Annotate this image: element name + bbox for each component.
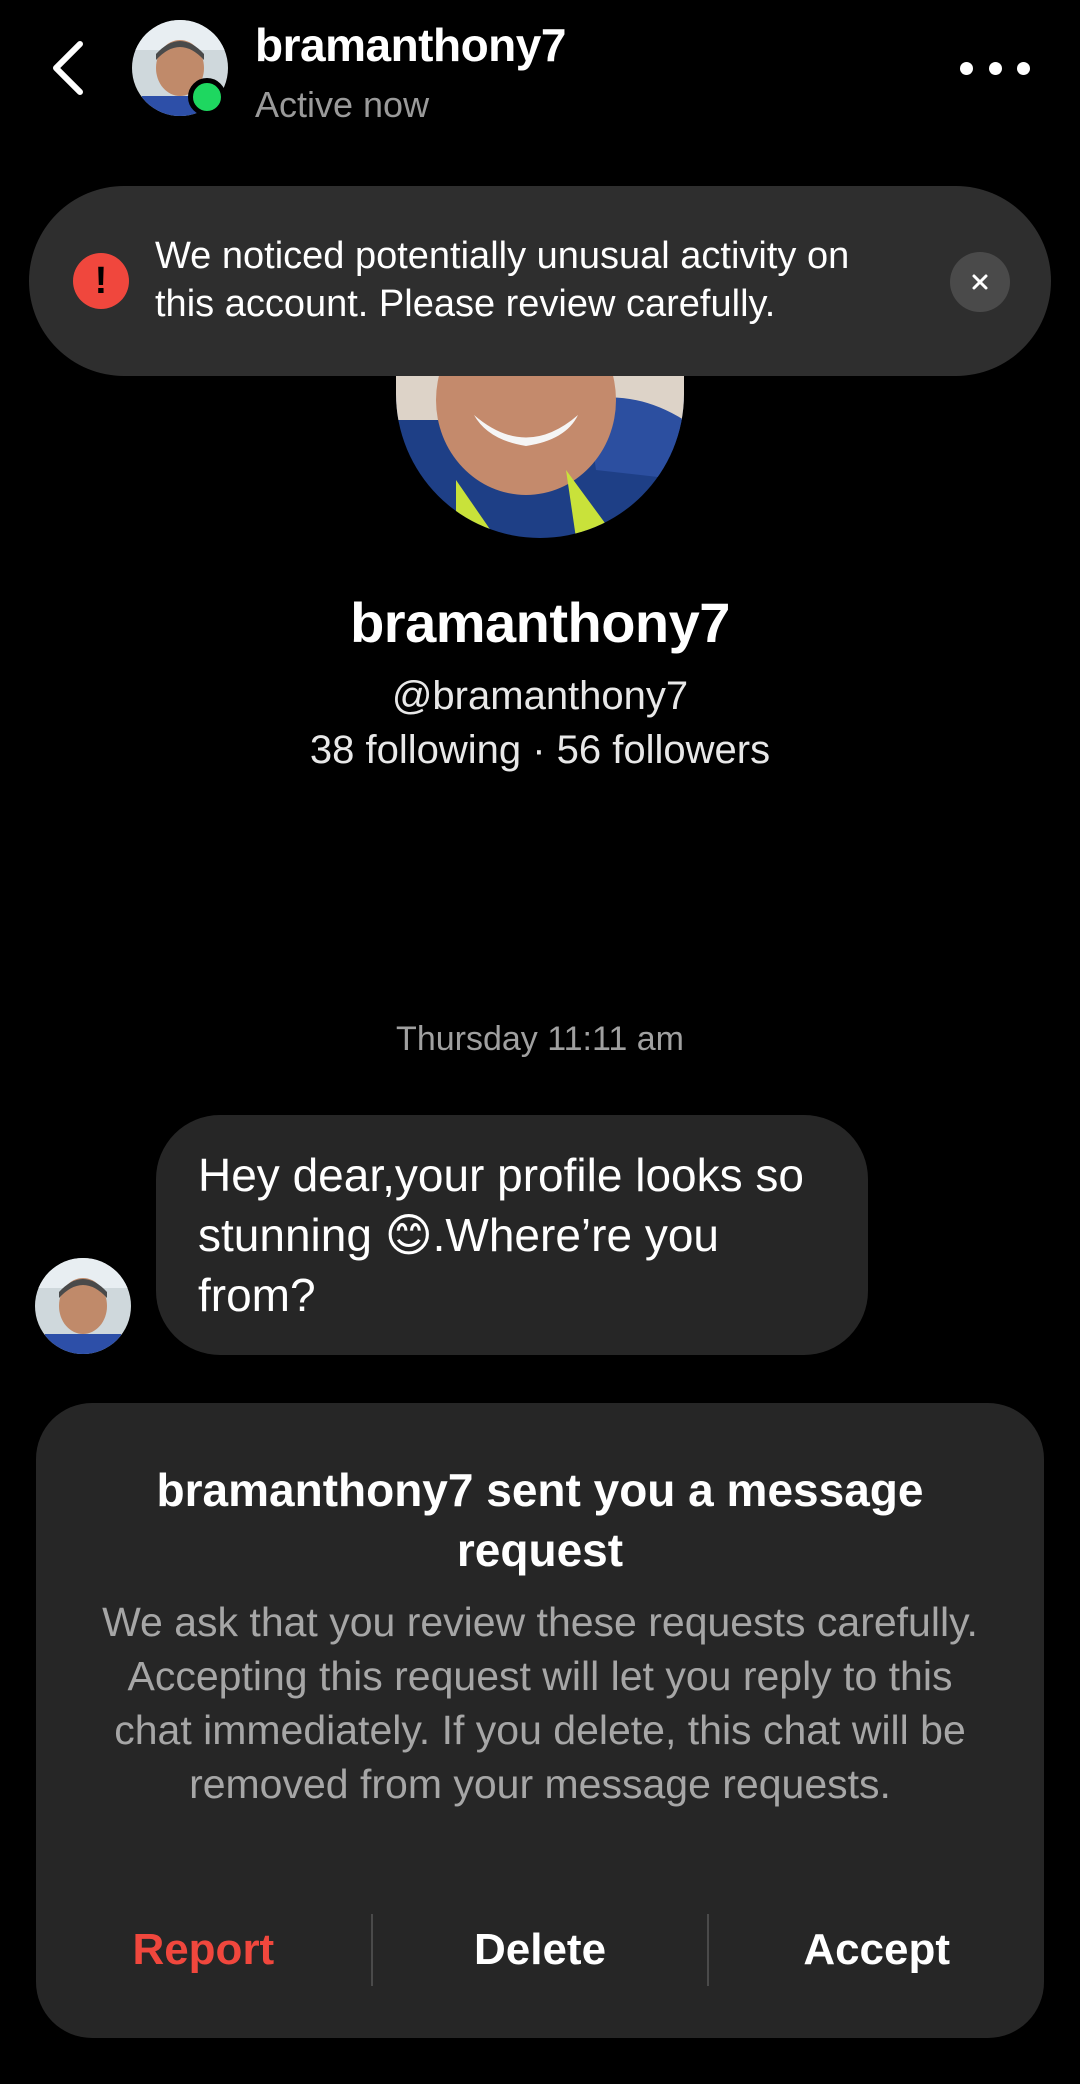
header-username[interactable]: bramanthony7	[255, 18, 566, 72]
profile-avatar[interactable]	[396, 360, 684, 538]
chevron-left-icon	[53, 41, 83, 95]
request-actions: Report Delete Accept	[36, 1912, 1044, 1988]
sender-avatar[interactable]	[35, 1258, 131, 1354]
profile-follow-stats: 38 following · 56 followers	[309, 728, 771, 772]
close-banner-button[interactable]	[950, 252, 1010, 312]
message-text: Hey dear,your profile looks so stunning …	[198, 1149, 804, 1321]
more-options-button[interactable]	[960, 48, 1030, 88]
more-dot-icon	[988, 61, 1002, 75]
profile-handle: @bramanthony7	[391, 674, 689, 718]
report-button[interactable]: Report	[36, 1925, 371, 1975]
back-button[interactable]	[40, 36, 96, 100]
message-timestamp: Thursday 11:11 am	[396, 1020, 684, 1058]
close-icon	[972, 274, 988, 290]
profile-photo-icon	[396, 360, 684, 538]
request-description: We ask that you review these requests ca…	[102, 1599, 978, 1807]
accept-button[interactable]: Accept	[709, 1925, 1044, 1975]
warning-icon: !	[73, 253, 129, 309]
avatar-photo-icon	[35, 1258, 131, 1354]
profile-name: bramanthony7	[350, 591, 730, 654]
header-active-status: Active now	[255, 84, 430, 125]
request-title: bramanthony7 sent you a message request	[156, 1464, 924, 1576]
delete-button[interactable]: Delete	[373, 1925, 708, 1975]
message-bubble[interactable]: Hey dear,your profile looks so stunning …	[156, 1115, 868, 1355]
banner-text: We noticed potentially unusual activity …	[155, 235, 850, 325]
more-dot-icon	[1017, 61, 1030, 75]
more-dot-icon	[960, 61, 973, 75]
online-status-indicator	[188, 78, 226, 116]
